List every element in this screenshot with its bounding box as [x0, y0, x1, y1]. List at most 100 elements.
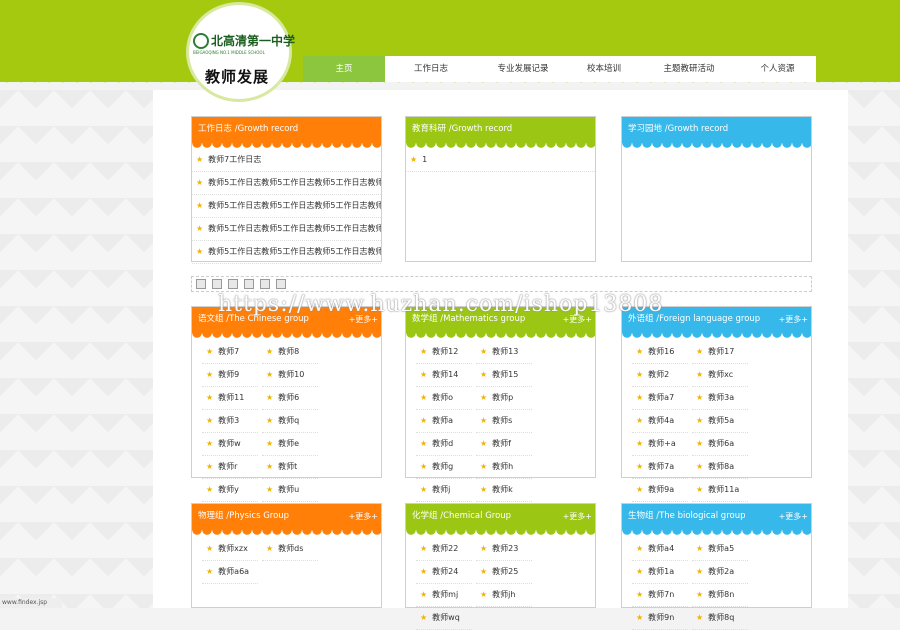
star-icon: ★ [206, 370, 214, 379]
teacher-link[interactable]: ★ 教师17 [692, 341, 748, 364]
teacher-link[interactable]: ★ 教师y [202, 479, 258, 502]
teacher-link[interactable]: ★ 教师9a [632, 479, 688, 502]
image-strip [191, 276, 812, 292]
broken-image-icon[interactable] [196, 279, 206, 289]
teacher-grid: ★ 教师22 ★ 教师23 ★ 教师24 ★ 教师25 ★ 教师mj ★ 教师jh ★ 教师wq [416, 538, 587, 630]
teacher-link[interactable]: ★ 教师k [476, 479, 532, 502]
teacher-link[interactable]: ★ 教师24 [416, 561, 472, 584]
list-item[interactable]: ★ 教师5工作日志教师5工作日志教师5工作日志教师5 [192, 218, 381, 241]
teacher-link[interactable]: ★ 教师3 [202, 410, 258, 433]
panel-header: 学习园地 /Growth record [622, 117, 811, 148]
star-icon: ★ [636, 393, 644, 402]
teacher-link[interactable]: ★ 教师1a [632, 561, 688, 584]
teacher-link[interactable]: ★ 教师f [476, 433, 532, 456]
star-icon: ★ [420, 613, 428, 622]
star-icon: ★ [696, 485, 704, 494]
more-link[interactable]: +更多+ [779, 308, 808, 332]
teacher-link[interactable]: ★ 教师9n [632, 607, 688, 630]
teacher-link[interactable]: ★ 教师2 [632, 364, 688, 387]
star-icon: ★ [420, 462, 428, 471]
teacher-link[interactable]: ★ 教师j [416, 479, 472, 502]
teacher-link[interactable]: ★ 教师wq [416, 607, 472, 630]
teacher-link[interactable]: ★ 教师a [416, 410, 472, 433]
teacher-link[interactable]: ★ 教师11 [202, 387, 258, 410]
teacher-link[interactable]: ★ 教师d [416, 433, 472, 456]
teacher-link[interactable]: ★ 教师14 [416, 364, 472, 387]
teacher-link[interactable]: ★ 教师w [202, 433, 258, 456]
teacher-link[interactable]: ★ 教师h [476, 456, 532, 479]
broken-image-icon[interactable] [212, 279, 222, 289]
nav-item-research-activities[interactable]: 主题教研活动 [639, 56, 739, 82]
star-icon: ★ [410, 155, 418, 164]
panel-title: 教育科研 /Growth record [412, 124, 513, 134]
star-icon: ★ [636, 613, 644, 622]
teacher-link[interactable]: ★ 教师a7 [632, 387, 688, 410]
teacher-link[interactable]: ★ 教师p [476, 387, 532, 410]
teacher-link[interactable]: ★ 教师7n [632, 584, 688, 607]
list-item[interactable]: ★ 教师7工作日志 [192, 149, 381, 172]
nav-item-training[interactable]: 校本培训 [569, 56, 639, 82]
nav-item-development-record[interactable]: 专业发展记录 [477, 56, 569, 82]
star-icon: ★ [636, 567, 644, 576]
teacher-link[interactable]: ★ 教师8a [692, 456, 748, 479]
nav-item-home[interactable]: 主页 [303, 56, 385, 82]
teacher-link[interactable]: ★ 教师13 [476, 341, 532, 364]
teacher-link[interactable]: ★ 教师8 [262, 341, 318, 364]
teacher-grid: ★ 教师xzx ★ 教师ds ★ 教师a6a [202, 538, 373, 584]
teacher-link[interactable]: ★ 教师4a [632, 410, 688, 433]
teacher-link[interactable]: ★ 教师mj [416, 584, 472, 607]
more-link[interactable]: +更多+ [779, 505, 808, 529]
teacher-link[interactable]: ★ 教师6a [692, 433, 748, 456]
teacher-link[interactable]: ★ 教师a5 [692, 538, 748, 561]
teacher-link[interactable]: ★ 教师a6a [202, 561, 258, 584]
list-item[interactable]: ★ 教师5工作日志教师5工作日志教师5工作日志教师5 [192, 241, 381, 264]
teacher-link[interactable]: ★ 教师10 [262, 364, 318, 387]
more-link[interactable]: +更多+ [563, 505, 592, 529]
teacher-link[interactable]: ★ 教师t [262, 456, 318, 479]
teacher-link[interactable]: ★ 教师23 [476, 538, 532, 561]
teacher-link[interactable]: ★ 教师r [202, 456, 258, 479]
nav-item-work-log[interactable]: 工作日志 [385, 56, 477, 82]
teacher-link[interactable]: ★ 教师ds [262, 538, 318, 561]
broken-image-icon[interactable] [244, 279, 254, 289]
teacher-link[interactable]: ★ 教师16 [632, 341, 688, 364]
teacher-link[interactable]: ★ 教师25 [476, 561, 532, 584]
teacher-link[interactable]: ★ 教师8n [692, 584, 748, 607]
broken-image-icon[interactable] [276, 279, 286, 289]
panel-title: 化学组 /Chemical Group [412, 511, 512, 521]
teacher-link[interactable]: ★ 教师7a [632, 456, 688, 479]
teacher-link[interactable]: ★ 教师6 [262, 387, 318, 410]
teacher-link[interactable]: ★ 教师3a [692, 387, 748, 410]
teacher-link[interactable]: ★ 教师11a [692, 479, 748, 502]
teacher-link[interactable]: ★ 教师5a [692, 410, 748, 433]
teacher-link[interactable]: ★ 教师15 [476, 364, 532, 387]
teacher-link[interactable]: ★ 教师22 [416, 538, 472, 561]
teacher-link[interactable]: ★ 教师+a [632, 433, 688, 456]
nav-item-personal-resources[interactable]: 个人资源 [739, 56, 816, 82]
teacher-link[interactable]: ★ 教师2a [692, 561, 748, 584]
more-link[interactable]: +更多+ [349, 505, 378, 529]
list-item[interactable]: ★ 1 [406, 149, 595, 172]
teacher-link[interactable]: ★ 教师e [262, 433, 318, 456]
school-name: 北高清第一中学 [211, 34, 296, 48]
panel-title: 物理组 /Physics Group [198, 511, 290, 521]
star-icon: ★ [420, 370, 428, 379]
teacher-link[interactable]: ★ 教师8q [692, 607, 748, 630]
list-item[interactable]: ★ 教师5工作日志教师5工作日志教师5工作日志教师5 [192, 195, 381, 218]
teacher-link[interactable]: ★ 教师xc [692, 364, 748, 387]
teacher-link[interactable]: ★ 教师o [416, 387, 472, 410]
teacher-link[interactable]: ★ 教师s [476, 410, 532, 433]
teacher-link[interactable]: ★ 教师jh [476, 584, 532, 607]
broken-image-icon[interactable] [260, 279, 270, 289]
teacher-link[interactable]: ★ 教师q [262, 410, 318, 433]
list-item[interactable]: ★ 教师5工作日志教师5工作日志教师5工作日志教师5 [192, 172, 381, 195]
star-icon: ★ [206, 347, 214, 356]
teacher-link[interactable]: ★ 教师g [416, 456, 472, 479]
teacher-link[interactable]: ★ 教师a4 [632, 538, 688, 561]
teacher-link[interactable]: ★ 教师7 [202, 341, 258, 364]
teacher-link[interactable]: ★ 教师xzx [202, 538, 258, 561]
teacher-link[interactable]: ★ 教师12 [416, 341, 472, 364]
teacher-link[interactable]: ★ 教师9 [202, 364, 258, 387]
teacher-link[interactable]: ★ 教师u [262, 479, 318, 502]
broken-image-icon[interactable] [228, 279, 238, 289]
